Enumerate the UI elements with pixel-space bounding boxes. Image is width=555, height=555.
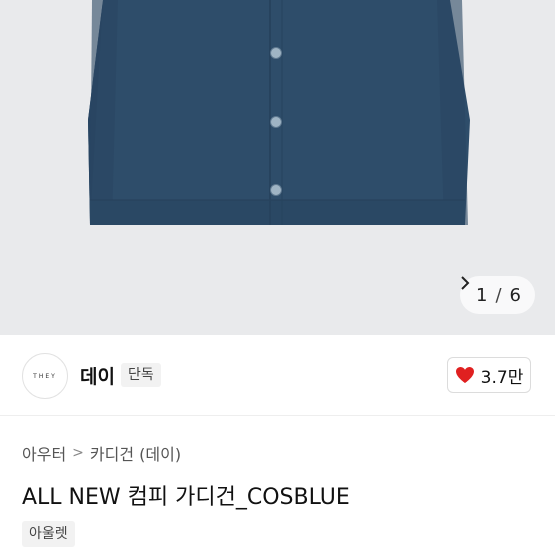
breadcrumb-separator: > (72, 445, 84, 461)
brand-logo[interactable]: THEY (22, 353, 68, 399)
product-title: ALL NEW 컴피 가디건_COSBLUE (22, 485, 350, 510)
product-image-gallery[interactable]: 1 / 6 (0, 0, 555, 335)
brand-row: THEY 데이 단독 3.7만 (0, 335, 555, 416)
image-counter[interactable]: 1 / 6 (460, 276, 535, 314)
brand-logo-text: THEY (33, 372, 57, 380)
outlet-tag: 아울렛 (22, 521, 75, 547)
like-button[interactable]: 3.7만 (447, 357, 531, 393)
like-count: 3.7만 (480, 367, 524, 388)
breadcrumb-cardigan[interactable]: 카디건 (데이) (90, 441, 181, 465)
heart-icon (455, 367, 474, 383)
image-index: 1 (476, 284, 488, 306)
chevron-right-icon[interactable] (460, 276, 470, 290)
exclusive-badge: 단독 (121, 363, 161, 387)
brand-name[interactable]: 데이 (80, 362, 115, 389)
breadcrumb: 아우터 > 카디건 (데이) (22, 441, 181, 465)
image-total: 6 (509, 284, 521, 306)
breadcrumb-outer[interactable]: 아우터 (22, 441, 66, 465)
image-counter-separator: / (495, 284, 502, 306)
